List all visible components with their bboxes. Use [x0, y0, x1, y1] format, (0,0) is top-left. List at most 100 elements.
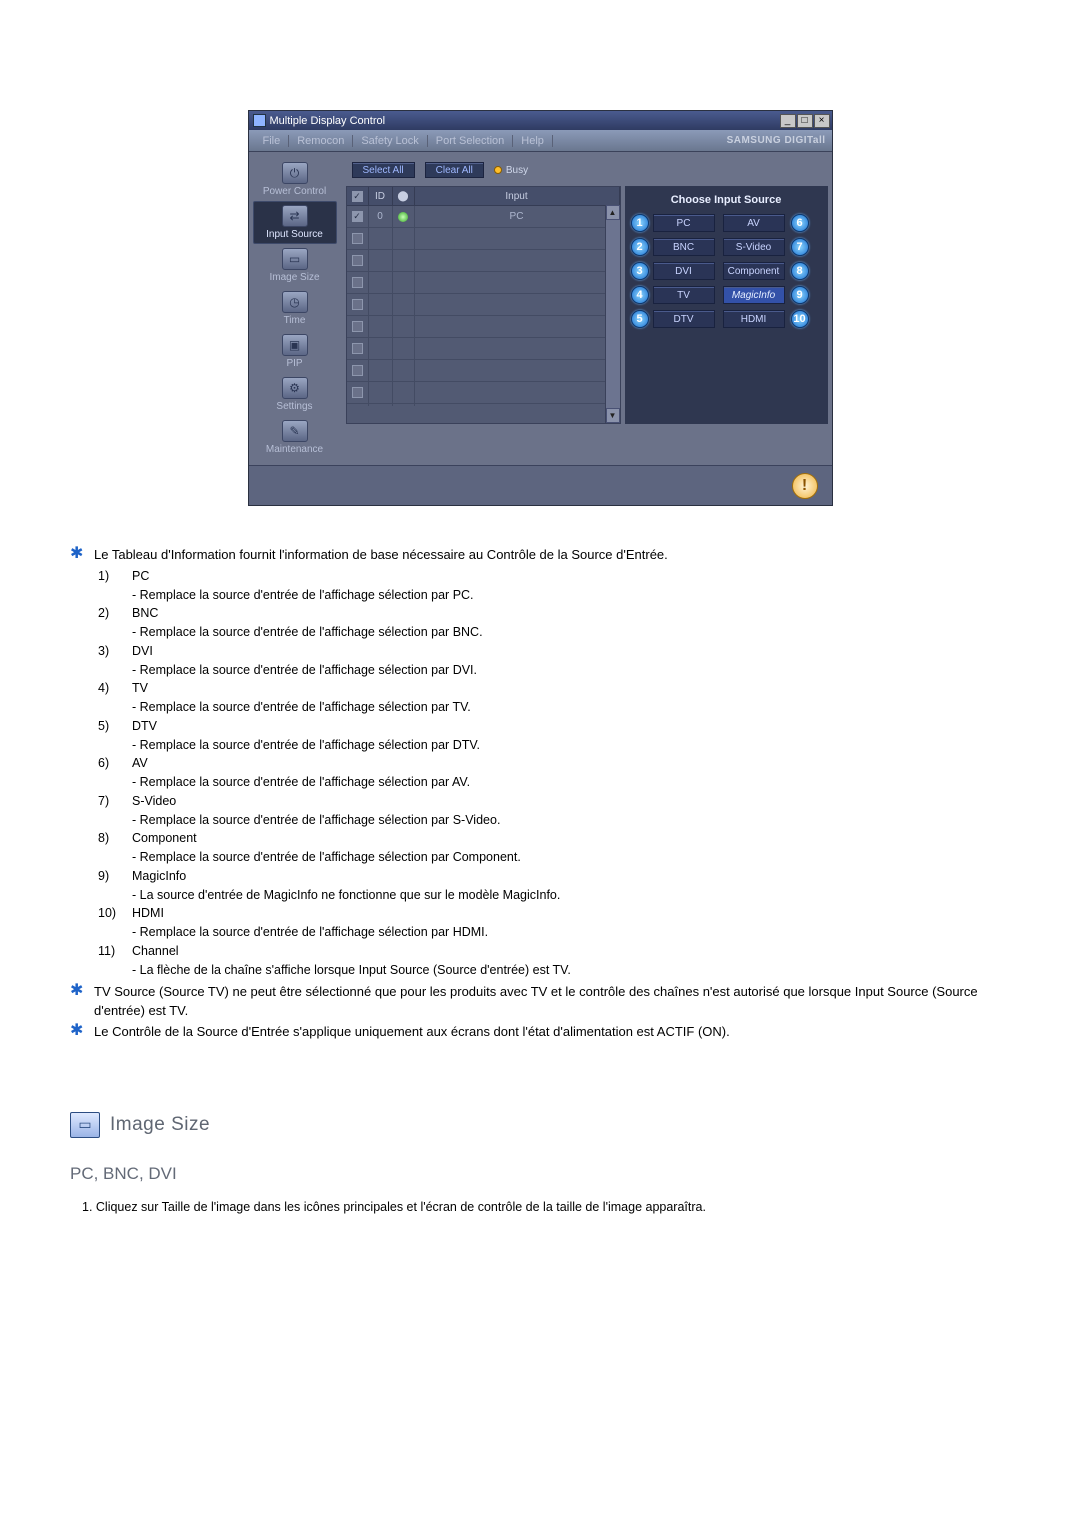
- sidebar-item-label: PIP: [286, 358, 302, 369]
- item-title: PC: [132, 567, 149, 586]
- busy-label: Busy: [506, 165, 528, 176]
- source-bnc-button[interactable]: BNC: [653, 238, 715, 256]
- image-size-section-icon: ▭: [70, 1112, 100, 1138]
- row-check-icon[interactable]: [352, 387, 363, 398]
- menu-help[interactable]: Help: [513, 135, 553, 147]
- item-title: DVI: [132, 642, 153, 661]
- menu-safety-lock[interactable]: Safety Lock: [353, 135, 427, 147]
- item-desc: - Remplace la source d'entrée de l'affic…: [132, 623, 483, 642]
- sidebar-item-label: Settings: [276, 401, 312, 412]
- list-item-desc: - Remplace la source d'entrée de l'affic…: [98, 923, 1010, 942]
- row-check-icon[interactable]: [352, 321, 363, 332]
- sidebar-item-maintenance[interactable]: ✎ Maintenance: [253, 416, 337, 459]
- table-row[interactable]: [347, 404, 620, 406]
- item-number: 3): [98, 642, 118, 661]
- table-row[interactable]: [347, 250, 620, 272]
- item-desc: - La flèche de la chaîne s'affiche lorsq…: [132, 961, 571, 980]
- table-row[interactable]: [347, 294, 620, 316]
- sidebar-item-image-size[interactable]: ▭ Image Size: [253, 244, 337, 287]
- source-dvi-button[interactable]: DVI: [653, 262, 715, 280]
- note-text: Le Contrôle de la Source d'Entrée s'appl…: [94, 1023, 730, 1042]
- sidebar-item-time[interactable]: ◷ Time: [253, 287, 337, 330]
- status-lamp-icon: [398, 212, 408, 222]
- menu-file[interactable]: File: [255, 135, 290, 147]
- minimize-button[interactable]: _: [780, 114, 796, 128]
- list-item-desc: - Remplace la source d'entrée de l'affic…: [98, 661, 1010, 680]
- source-component-button[interactable]: Component: [723, 262, 785, 280]
- scroll-down-icon[interactable]: ▼: [606, 408, 620, 423]
- table-body: ✓ 0 PC: [347, 206, 620, 406]
- sidebar-item-input-source[interactable]: ⇄ Input Source: [253, 201, 337, 244]
- item-number: 6): [98, 754, 118, 773]
- source-av-button[interactable]: AV: [723, 214, 785, 232]
- item-title: Channel: [132, 942, 179, 961]
- maximize-button[interactable]: □: [797, 114, 813, 128]
- titlebar: Multiple Display Control _ □ ×: [249, 111, 832, 130]
- source-dtv-button[interactable]: DTV: [653, 310, 715, 328]
- menu-port-selection[interactable]: Port Selection: [428, 135, 513, 147]
- item-desc: - Remplace la source d'entrée de l'affic…: [132, 773, 470, 792]
- row-id: 0: [369, 206, 393, 228]
- panel-title: Choose Input Source: [631, 192, 822, 214]
- table-row[interactable]: [347, 382, 620, 404]
- list-item: 10)HDMI: [98, 904, 1010, 923]
- row-check-icon[interactable]: ✓: [352, 211, 363, 222]
- col-check[interactable]: ✓: [347, 187, 369, 205]
- item-desc: - Remplace la source d'entrée de l'affic…: [132, 698, 471, 717]
- scroll-up-icon[interactable]: ▲: [606, 205, 620, 220]
- item-number: 7): [98, 792, 118, 811]
- badge-6-icon: 6: [791, 214, 809, 232]
- item-number: 1): [98, 567, 118, 586]
- item-title: AV: [132, 754, 148, 773]
- sidebar-item-settings[interactable]: ⚙ Settings: [253, 373, 337, 416]
- select-all-button[interactable]: Select All: [352, 162, 415, 178]
- table-scrollbar[interactable]: ▲ ▼: [605, 205, 620, 423]
- row-check-icon[interactable]: [352, 365, 363, 376]
- item-number: 2): [98, 604, 118, 623]
- source-hdmi-button[interactable]: HDMI: [723, 310, 785, 328]
- close-button[interactable]: ×: [814, 114, 830, 128]
- menu-remocon[interactable]: Remocon: [289, 135, 353, 147]
- table-row[interactable]: [347, 272, 620, 294]
- badge-4-icon: 4: [631, 286, 649, 304]
- row-check-icon[interactable]: [352, 233, 363, 244]
- sidebar-item-power-control[interactable]: ⏻ Power Control: [253, 158, 337, 201]
- clear-all-button[interactable]: Clear All: [425, 162, 484, 178]
- power-icon: ⏻: [282, 162, 308, 184]
- list-item: 1) PC: [98, 567, 1010, 586]
- table-row[interactable]: [347, 360, 620, 382]
- row-check-icon[interactable]: [352, 299, 363, 310]
- sidebar-item-pip[interactable]: ▣ PIP: [253, 330, 337, 373]
- badge-9-icon: 9: [791, 286, 809, 304]
- table-row[interactable]: [347, 338, 620, 360]
- section-subtitle: PC, BNC, DVI: [70, 1164, 1010, 1184]
- item-number: 8): [98, 829, 118, 848]
- source-pc-button[interactable]: PC: [653, 214, 715, 232]
- star-icon: ✱: [70, 983, 84, 999]
- row-check-icon[interactable]: [352, 277, 363, 288]
- sidebar: ⏻ Power Control ⇄ Input Source ▭ Image S…: [249, 152, 342, 465]
- table-header: ✓ ID ⬤ Input: [347, 187, 620, 206]
- table-row[interactable]: [347, 228, 620, 250]
- table-row[interactable]: ✓ 0 PC: [347, 206, 620, 228]
- item-desc: - Remplace la source d'entrée de l'affic…: [132, 661, 477, 680]
- table-row[interactable]: [347, 316, 620, 338]
- item-title: TV: [132, 679, 148, 698]
- badge-3-icon: 3: [631, 262, 649, 280]
- source-svideo-button[interactable]: S-Video: [723, 238, 785, 256]
- item-title: MagicInfo: [132, 867, 186, 886]
- display-table: ✓ ID ⬤ Input ✓ 0 PC: [346, 186, 621, 424]
- input-source-icon: ⇄: [282, 205, 308, 227]
- item-number: 4): [98, 679, 118, 698]
- list-item-desc: - La source d'entrée de MagicInfo ne fon…: [98, 886, 1010, 905]
- list-item: 2)BNC: [98, 604, 1010, 623]
- col-lamp: ⬤: [393, 187, 415, 205]
- star-icon: ✱: [70, 546, 84, 562]
- window-buttons: _ □ ×: [780, 114, 830, 128]
- row-check-icon[interactable]: [352, 343, 363, 354]
- row-check-icon[interactable]: [352, 255, 363, 266]
- list-item-desc: - Remplace la source d'entrée de l'affic…: [98, 773, 1010, 792]
- explanation-block: ✱ Le Tableau d'Information fournit l'inf…: [70, 546, 1010, 1042]
- source-magicinfo-button[interactable]: MagicInfo: [723, 286, 785, 304]
- source-tv-button[interactable]: TV: [653, 286, 715, 304]
